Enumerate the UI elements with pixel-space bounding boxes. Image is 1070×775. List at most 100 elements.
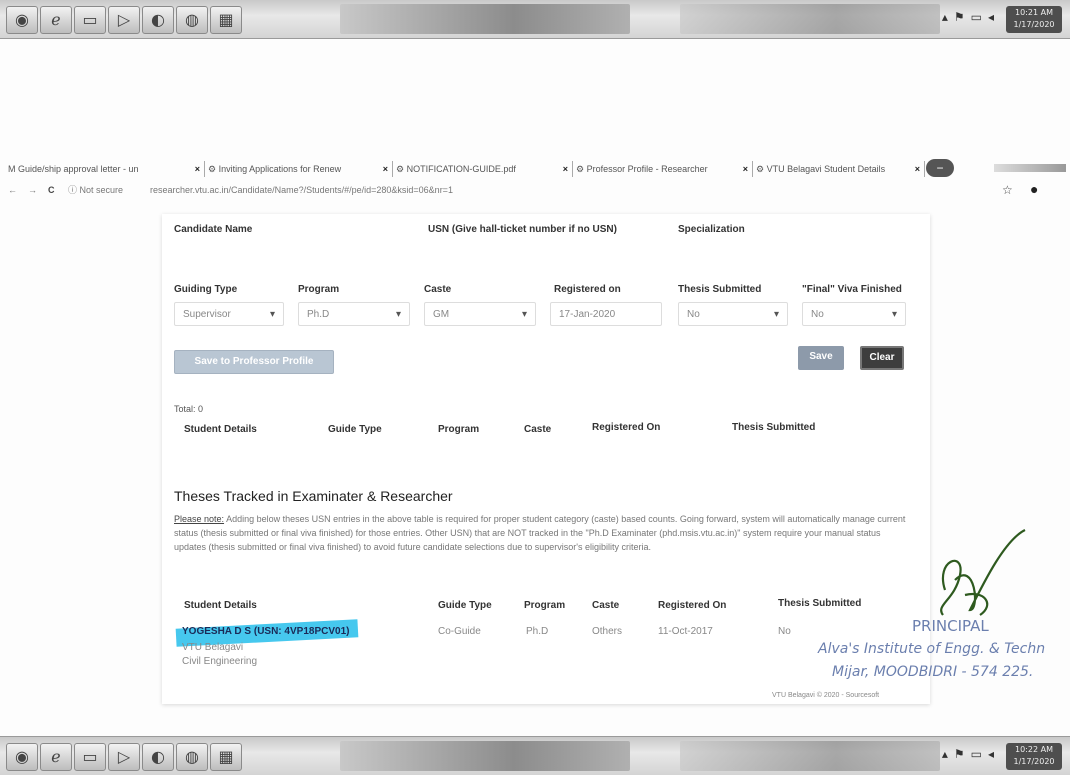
tab-notification-pdf[interactable]: ⚙ NOTIFICATION-GUIDE.pdf × xyxy=(392,161,573,177)
app-icon[interactable]: ◍ xyxy=(176,6,208,34)
security-indicator[interactable]: ⓘ Not secure xyxy=(68,180,123,200)
window-controls[interactable] xyxy=(994,164,1066,172)
final-viva-value: No xyxy=(811,309,824,320)
back-arrow-icon[interactable]: ← xyxy=(8,180,17,200)
student-department: Civil Engineering xyxy=(182,656,258,667)
start-orb-icon[interactable]: ◉ xyxy=(6,743,38,771)
column-header: Thesis Submitted xyxy=(778,598,862,609)
star-icon[interactable]: ☆ xyxy=(1002,180,1013,200)
column-header: Registered On xyxy=(592,422,661,433)
forward-arrow-icon[interactable]: → xyxy=(28,180,37,200)
chevron-down-icon: ▾ xyxy=(269,309,275,320)
thesis-submitted-select[interactable]: No ▾ xyxy=(678,302,788,326)
guiding-type-label: Guiding Type xyxy=(174,284,238,295)
profile-icon[interactable]: ● xyxy=(1030,180,1038,198)
close-tab-icon[interactable]: × xyxy=(563,161,568,177)
chevron-down-icon: ▾ xyxy=(773,309,779,320)
guiding-type-select[interactable]: Supervisor ▾ xyxy=(174,302,284,326)
ie-icon[interactable]: ℯ xyxy=(40,743,72,771)
tab-guideship[interactable]: M Guide/ship approval letter - un × xyxy=(4,161,205,177)
system-tray: ▴⚑▭◂ xyxy=(941,10,1000,24)
caste-select[interactable]: GM ▾ xyxy=(424,302,536,326)
tab-inviting-applications[interactable]: ⚙ Inviting Applications for Renew × xyxy=(204,161,393,177)
tab-vtu-student-details[interactable]: ⚙ VTU Belagavi Student Details × xyxy=(752,161,925,177)
please-note-text: Please note: Adding below theses USN ent… xyxy=(174,512,914,554)
taskbar-window-button[interactable] xyxy=(340,4,630,34)
close-tab-icon[interactable]: × xyxy=(915,161,920,177)
chrome-icon[interactable]: ◐ xyxy=(142,743,174,771)
thesis-submitted-value: No xyxy=(687,309,700,320)
close-tab-icon[interactable]: × xyxy=(195,161,200,177)
student-university: VTU Belagavi xyxy=(182,642,244,653)
close-tab-icon[interactable]: × xyxy=(383,161,388,177)
caste-label: Caste xyxy=(424,284,452,295)
caste-value: GM xyxy=(433,309,450,320)
page-footer: VTU Belagavi © 2020 - Sourcesoft xyxy=(772,692,880,699)
usn-label: USN (Give hall-ticket number if no USN) xyxy=(428,224,617,235)
taskbar-window-button[interactable] xyxy=(340,741,630,771)
candidate-name-label: Candidate Name xyxy=(174,224,253,235)
save-to-professor-profile-button[interactable]: Save to Professor Profile xyxy=(174,350,334,374)
taskbar-window-button-2[interactable] xyxy=(680,4,940,34)
tab-professor-profile[interactable]: ⚙ Professor Profile - Researcher × xyxy=(572,161,753,177)
new-tab-button[interactable]: − xyxy=(926,159,954,177)
column-header: Program xyxy=(524,600,566,611)
column-header: Caste xyxy=(592,600,620,611)
tab-label: ⚙ VTU Belagavi Student Details xyxy=(756,164,886,174)
row-registered-on: 11-Oct-2017 xyxy=(658,626,713,637)
close-tab-icon[interactable]: × xyxy=(743,161,748,177)
column-header: Caste xyxy=(524,424,552,435)
signature xyxy=(940,529,1026,616)
row-program: Ph.D xyxy=(526,626,549,637)
clock[interactable]: 10:22 AM 1/17/2020 xyxy=(1006,743,1062,770)
tab-label: ⚙ Professor Profile - Researcher xyxy=(576,164,708,174)
chevron-down-icon: ▾ xyxy=(521,309,527,320)
section-title: Theses Tracked in Examinater & Researche… xyxy=(174,488,453,504)
stamp-line-2: Mijar, MOODBIDRI - 574 225. xyxy=(832,664,1034,680)
note-body: Adding below theses USN entries in the a… xyxy=(174,514,906,552)
taskbar-bottom: ◉ ℯ ▭ ▷ ◐ ◍ ▦ ▴⚑▭◂ 10:22 AM 1/17/2020 xyxy=(0,736,1070,775)
stamp-title: PRINCIPAL xyxy=(912,617,989,635)
clock-time: 10:22 AM xyxy=(1015,745,1053,754)
guiding-type-value: Supervisor xyxy=(183,309,231,320)
app-icon[interactable]: ◍ xyxy=(176,743,208,771)
tab-label: ⚙ Inviting Applications for Renew xyxy=(208,164,342,174)
system-tray: ▴⚑▭◂ xyxy=(941,747,1000,761)
tab-label: ⚙ NOTIFICATION-GUIDE.pdf xyxy=(396,164,516,174)
column-header: Registered On xyxy=(658,600,727,611)
address-bar: ← → C ⓘ Not secure researcher.vtu.ac.in/… xyxy=(0,180,1070,200)
row-guide-type: Co-Guide xyxy=(438,626,481,637)
thesis-submitted-label: Thesis Submitted xyxy=(678,284,762,295)
program-select[interactable]: Ph.D ▾ xyxy=(298,302,410,326)
chevron-down-icon: ▾ xyxy=(891,309,897,320)
clock[interactable]: 10:21 AM 1/17/2020 xyxy=(1006,6,1062,33)
clock-date: 1/17/2020 xyxy=(1013,757,1055,766)
stamp-line-1: Alva's Institute of Engg. & Techn xyxy=(818,641,1046,657)
clock-date: 1/17/2020 xyxy=(1013,20,1055,29)
document-app-icon[interactable]: ▦ xyxy=(210,743,242,771)
folder-icon[interactable]: ▭ xyxy=(74,6,106,34)
clock-time: 10:21 AM xyxy=(1015,8,1053,17)
taskbar-window-button-2[interactable] xyxy=(680,741,940,771)
document-app-icon[interactable]: ▦ xyxy=(210,6,242,34)
reload-icon[interactable]: C xyxy=(48,180,55,200)
save-button[interactable]: Save xyxy=(798,346,844,370)
program-label: Program xyxy=(298,284,340,295)
chrome-icon[interactable]: ◐ xyxy=(142,6,174,34)
final-viva-select[interactable]: No ▾ xyxy=(802,302,906,326)
start-orb-icon[interactable]: ◉ xyxy=(6,6,38,34)
specialization-label: Specialization xyxy=(678,224,745,235)
row-thesis-submitted: No xyxy=(778,626,791,637)
media-player-icon[interactable]: ▷ xyxy=(108,6,140,34)
student-usn: YOGESHA D S (USN: 4VP18PCV01) xyxy=(182,626,350,637)
registered-on-input[interactable]: 17-Jan-2020 xyxy=(550,302,662,326)
folder-icon[interactable]: ▭ xyxy=(74,743,106,771)
ie-icon[interactable]: ℯ xyxy=(40,6,72,34)
column-header: Guide Type xyxy=(438,600,492,611)
tab-label: M Guide/ship approval letter - un xyxy=(8,164,139,174)
program-value: Ph.D xyxy=(307,309,330,320)
media-player-icon[interactable]: ▷ xyxy=(108,743,140,771)
url-field[interactable]: researcher.vtu.ac.in/Candidate/Name?/Stu… xyxy=(150,180,453,200)
row-caste: Others xyxy=(592,626,623,637)
clear-button[interactable]: Clear xyxy=(860,346,904,370)
